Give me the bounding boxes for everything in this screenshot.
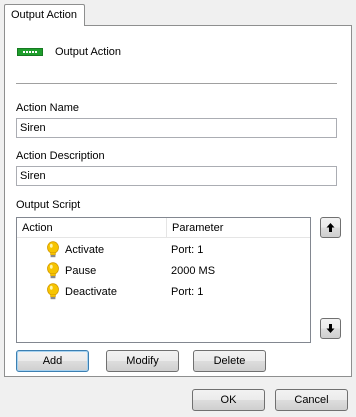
action-description-input[interactable]: Siren [16, 166, 337, 186]
action-name-label: Action Name [16, 102, 79, 114]
cancel-button[interactable]: Cancel [275, 389, 348, 411]
ok-button[interactable]: OK [192, 389, 265, 411]
row-parameter: Port: 1 [171, 244, 204, 256]
output-script-list[interactable]: Action Parameter Activate Port: 1 Pause … [16, 217, 311, 343]
column-header-action[interactable]: Action [22, 222, 53, 234]
lightbulb-icon [47, 262, 59, 279]
list-item[interactable]: Pause 2000 MS [17, 261, 310, 281]
divider [16, 83, 337, 84]
green-output-led-icon [17, 48, 43, 56]
row-action: Activate [65, 244, 105, 256]
arrow-down-icon [326, 324, 335, 333]
output-action-panel: Output Action Action Name Siren Action D… [4, 25, 352, 377]
list-item[interactable]: Activate Port: 1 [17, 240, 310, 260]
modify-button[interactable]: Modify [106, 350, 179, 372]
lightbulb-icon [47, 241, 59, 258]
row-action: Pause [65, 265, 97, 277]
action-description-label: Action Description [16, 150, 105, 162]
panel-title: Output Action [55, 46, 122, 58]
action-name-input[interactable]: Siren [16, 118, 337, 138]
move-down-button[interactable] [320, 318, 341, 339]
lightbulb-icon [47, 283, 59, 300]
row-parameter: Port: 1 [171, 286, 204, 298]
tab-output-action[interactable]: Output Action [4, 4, 85, 26]
list-item[interactable]: Deactivate Port: 1 [17, 282, 310, 302]
arrow-up-icon [326, 223, 335, 232]
add-button[interactable]: Add [16, 350, 89, 372]
list-header: Action Parameter [17, 218, 310, 238]
tab-label: Output Action [11, 9, 78, 21]
move-up-button[interactable] [320, 217, 341, 238]
row-parameter: 2000 MS [171, 265, 216, 277]
delete-button[interactable]: Delete [193, 350, 266, 372]
column-header-parameter[interactable]: Parameter [172, 222, 223, 234]
column-separator[interactable] [166, 218, 167, 237]
row-action: Deactivate [65, 286, 117, 298]
output-script-label: Output Script [16, 199, 81, 211]
